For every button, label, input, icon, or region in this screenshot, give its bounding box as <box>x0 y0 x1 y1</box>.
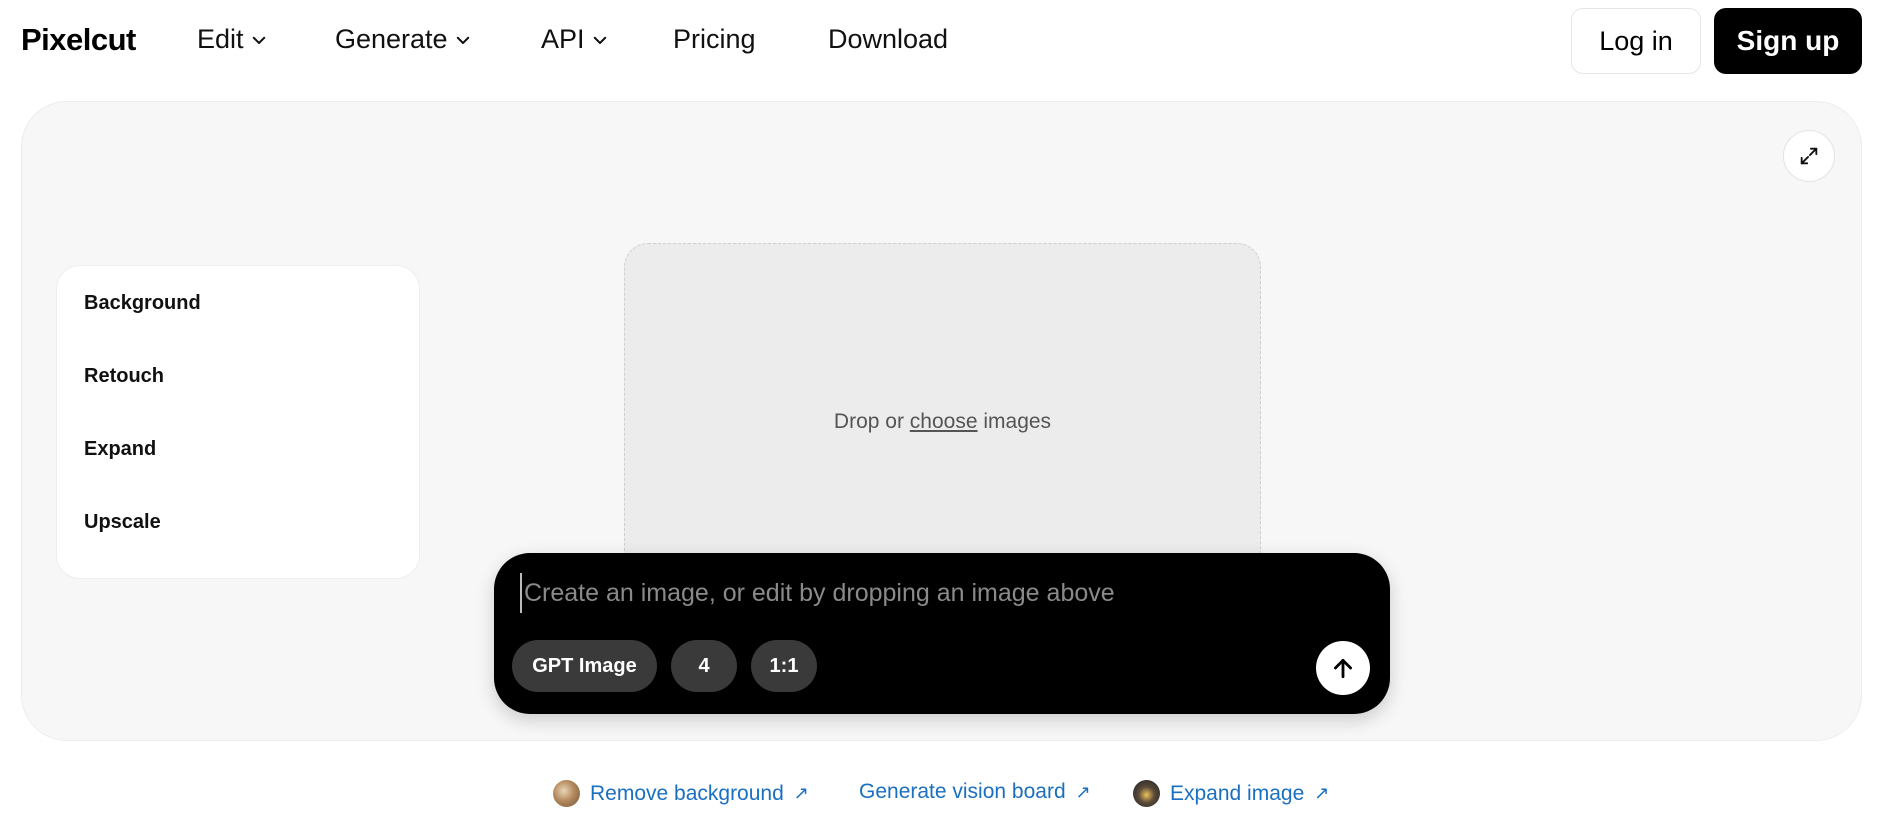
tool-background[interactable]: Background <box>57 291 419 364</box>
nav-download-label: Download <box>828 24 949 54</box>
expand-icon <box>1800 147 1818 165</box>
tool-expand[interactable]: Expand <box>57 437 419 510</box>
remove-background-thumbnail <box>553 780 580 807</box>
nav-generate-label: Generate <box>335 24 448 54</box>
image-dropzone[interactable]: Drop or choose images <box>624 243 1261 573</box>
chevron-down-icon <box>593 36 606 44</box>
chevron-down-icon <box>252 36 265 44</box>
nav-api[interactable]: API <box>541 24 609 55</box>
tool-retouch[interactable]: Retouch <box>57 364 419 437</box>
choose-images-link[interactable]: choose <box>910 410 978 433</box>
ratio-selector[interactable]: 1:1 <box>751 640 817 692</box>
quick-links: Remove background ↗ Generate vision boar… <box>0 780 1881 808</box>
nav-edit[interactable]: Edit <box>197 24 268 55</box>
logo[interactable]: Pixelcut <box>21 22 136 58</box>
count-selector[interactable]: 4 <box>671 640 737 692</box>
arrow-up-right-icon: ↗ <box>793 783 809 803</box>
arrow-up-right-icon: ↗ <box>1075 781 1091 802</box>
nav-edit-label: Edit <box>197 24 244 54</box>
nav-pricing[interactable]: Pricing <box>673 24 756 55</box>
top-navigation: Pixelcut Edit Generate API Pricing Downl… <box>0 0 1881 84</box>
dropzone-suffix: images <box>983 410 1052 433</box>
chevron-down-icon <box>456 36 469 44</box>
expand-image-thumbnail <box>1133 780 1160 807</box>
send-button[interactable] <box>1316 641 1370 695</box>
signup-button[interactable]: Sign up <box>1714 8 1862 74</box>
tool-upscale[interactable]: Upscale <box>57 510 419 583</box>
nav-pricing-label: Pricing <box>673 24 756 54</box>
quick-link-remove-background[interactable]: Remove background ↗ <box>553 780 809 807</box>
dropzone-text: Drop or choose images <box>625 410 1260 434</box>
arrow-up-icon <box>1334 659 1352 679</box>
fullscreen-button[interactable] <box>1783 130 1835 182</box>
nav-api-label: API <box>541 24 585 54</box>
tool-list: Background Retouch Expand Upscale <box>56 265 420 579</box>
quick-link-label: Generate vision board <box>859 780 1066 803</box>
login-button[interactable]: Log in <box>1571 8 1701 74</box>
prompt-box: GPT Image 4 1:1 <box>494 553 1390 714</box>
quick-link-expand-image[interactable]: Expand image ↗ <box>1133 780 1329 807</box>
prompt-input[interactable] <box>520 573 1320 613</box>
nav-generate[interactable]: Generate <box>335 24 472 55</box>
quick-link-vision-board[interactable]: Generate vision board ↗ <box>859 780 1091 804</box>
nav-download[interactable]: Download <box>828 24 948 55</box>
arrow-up-right-icon: ↗ <box>1314 783 1330 803</box>
model-selector[interactable]: GPT Image <box>512 640 657 692</box>
quick-link-label: Remove background <box>590 781 784 805</box>
quick-link-label: Expand image <box>1170 781 1305 805</box>
dropzone-prefix: Drop or <box>833 410 904 433</box>
